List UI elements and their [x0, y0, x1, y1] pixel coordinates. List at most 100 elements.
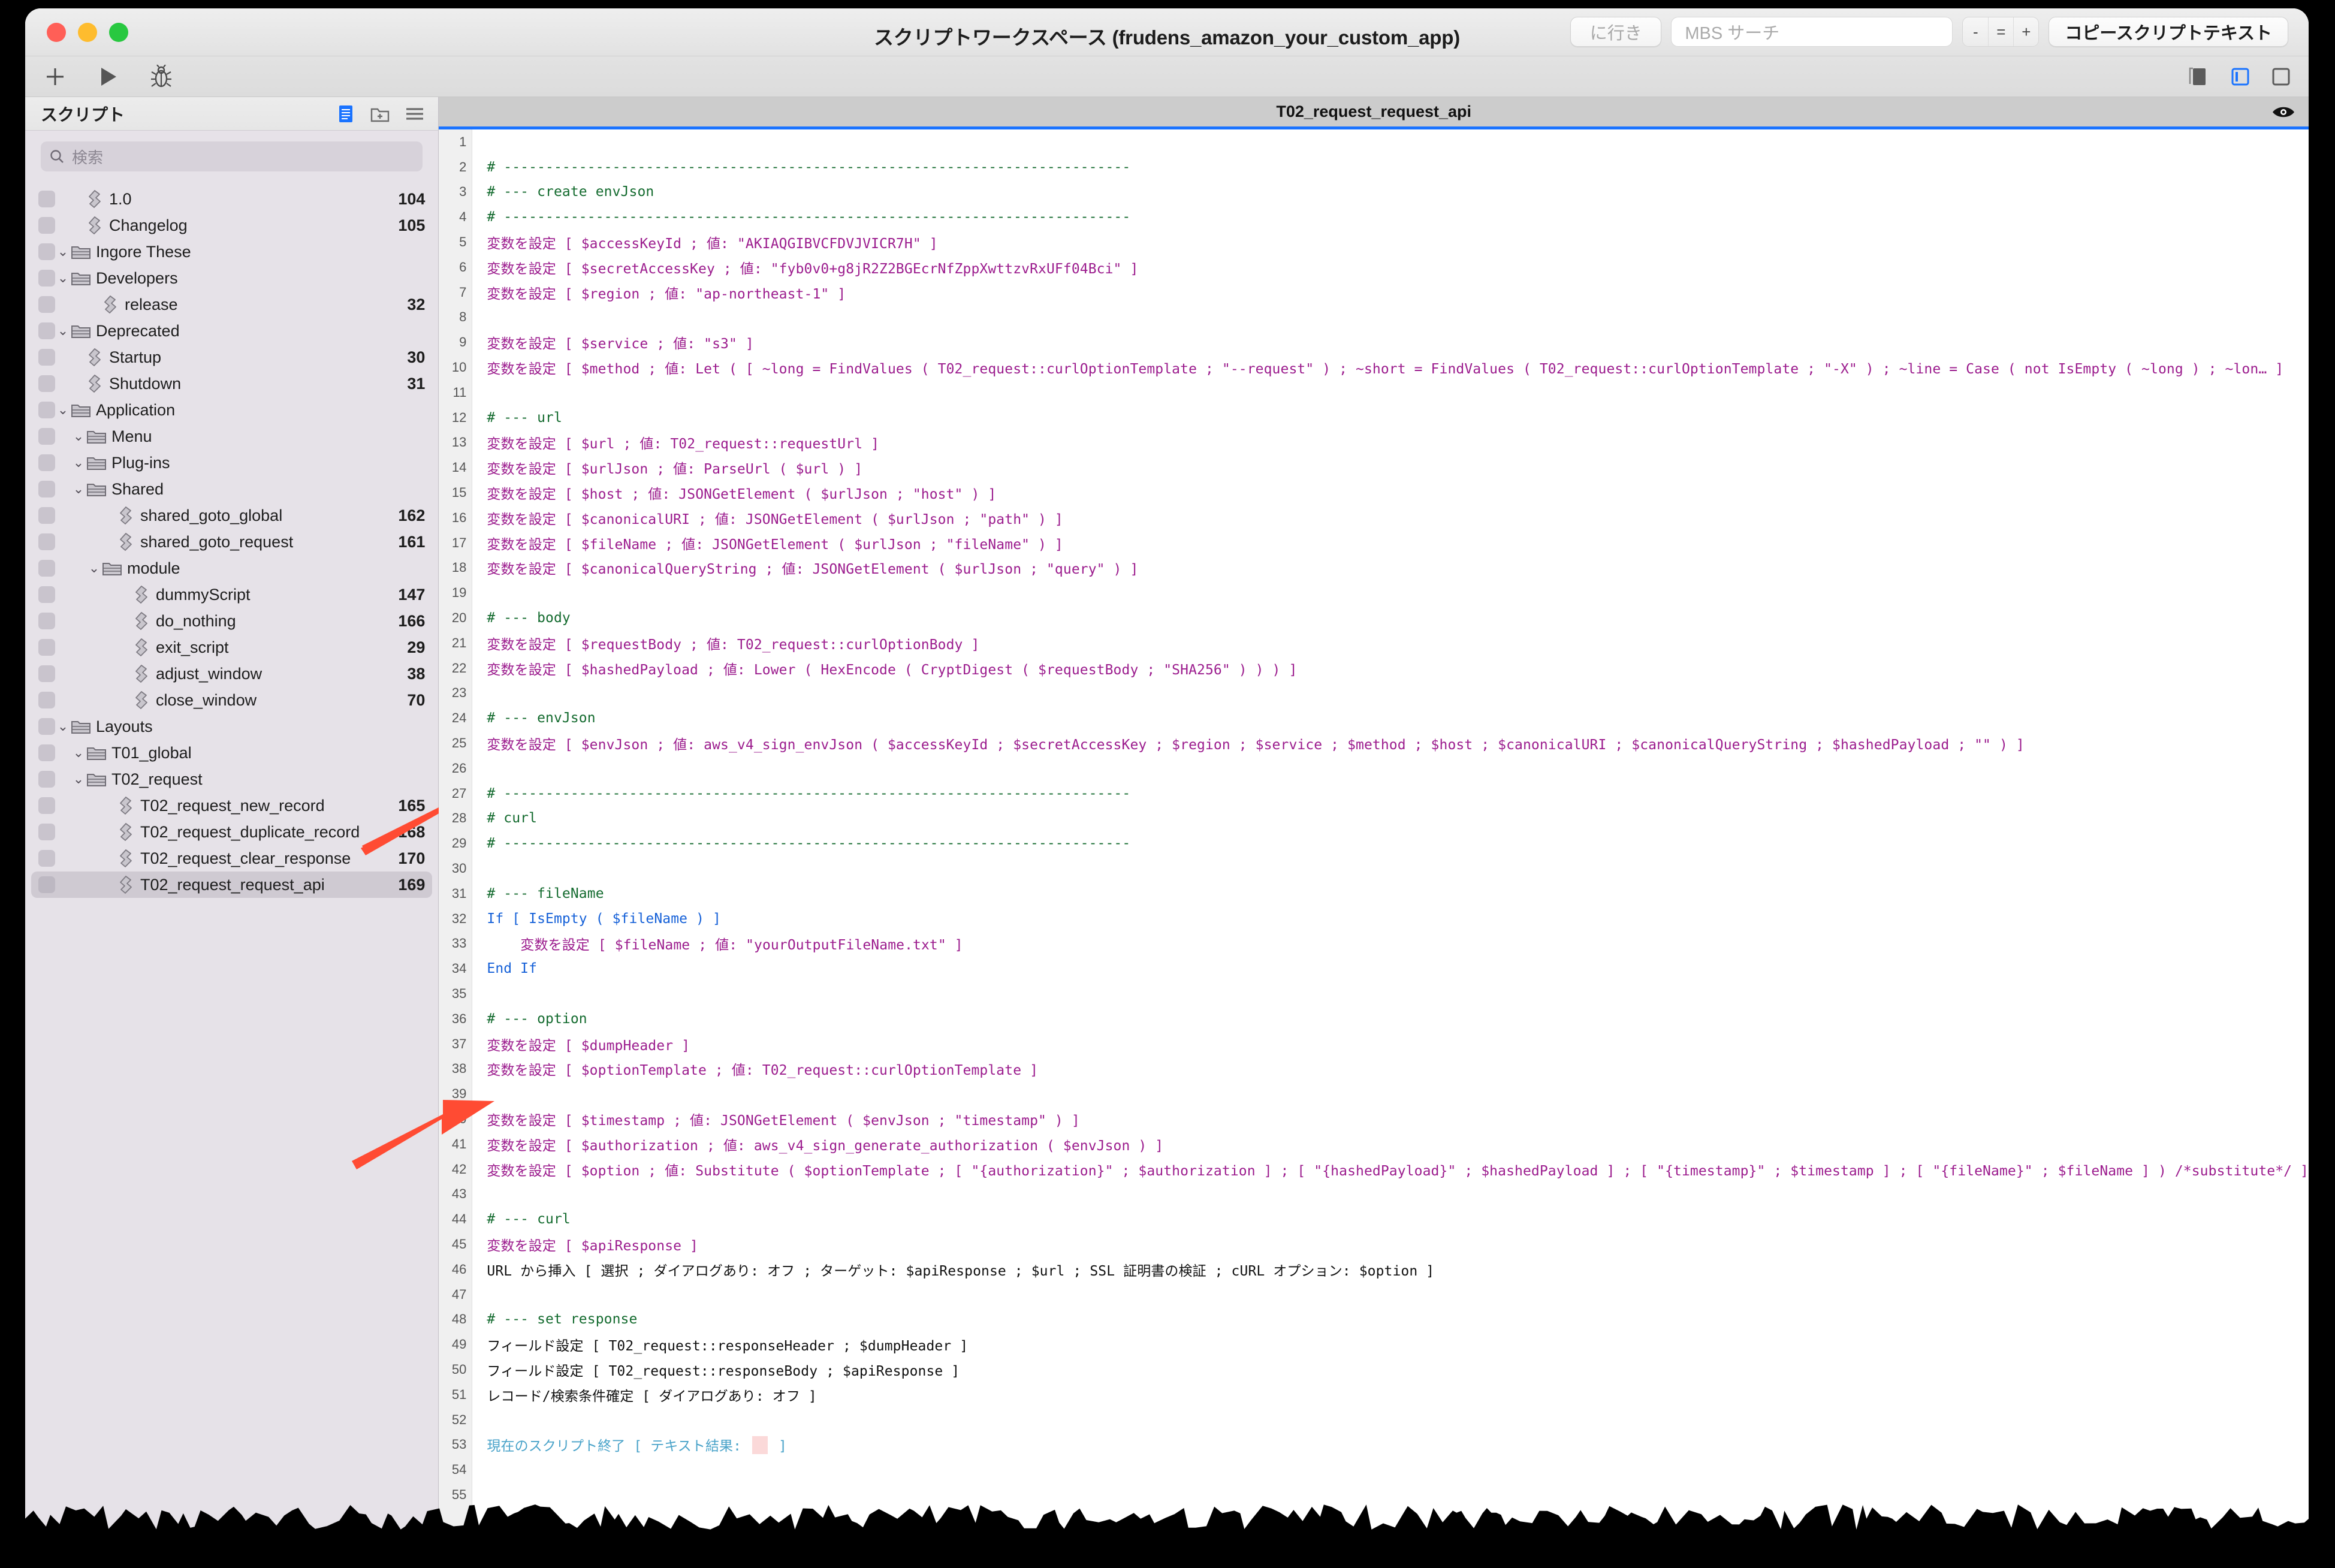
code-line[interactable]: 55: [439, 1482, 2309, 1507]
script-tree-row[interactable]: ⌄ Plug-ins: [25, 450, 438, 476]
zoom-in-button[interactable]: +: [2013, 17, 2039, 46]
chevron-down-icon[interactable]: ⌄: [55, 719, 71, 734]
code-line[interactable]: 13 変数を設定 [ $url ; 値: T02_request::request…: [439, 430, 2309, 456]
script-tree-row[interactable]: ⌄adjust_window38: [25, 661, 438, 687]
script-enable-checkbox[interactable]: [38, 428, 55, 445]
chevron-down-icon[interactable]: ⌄: [55, 402, 71, 418]
script-enable-checkbox[interactable]: [38, 665, 55, 682]
script-tree-row[interactable]: ⌄close_window70: [25, 687, 438, 713]
script-tree-row[interactable]: ⌄exit_script29: [25, 634, 438, 661]
code-line[interactable]: 53 現在のスクリプト終了 [ テキスト結果: ]: [439, 1432, 2309, 1457]
script-tree-row[interactable]: ⌄Changelog105: [25, 212, 438, 239]
script-enable-checkbox[interactable]: [38, 322, 55, 339]
code-line[interactable]: 2 # -------------------------------------…: [439, 155, 2309, 180]
eye-icon[interactable]: [2271, 104, 2295, 120]
code-line[interactable]: 12 # --- url: [439, 405, 2309, 430]
code-line[interactable]: 14 変数を設定 [ $urlJson ; 値: ParseUrl ( $url …: [439, 455, 2309, 480]
zoom-segmented-control[interactable]: - = +: [1962, 17, 2040, 47]
copy-panel-icon[interactable]: [2188, 65, 2212, 89]
code-line[interactable]: 52: [439, 1407, 2309, 1433]
plus-icon[interactable]: [43, 65, 67, 89]
goto-button[interactable]: に行き: [1570, 17, 1662, 47]
copy-script-text-button[interactable]: コピースクリプトテキスト: [2049, 17, 2288, 47]
script-tree-row[interactable]: ⌄ module: [25, 555, 438, 581]
script-tree-row[interactable]: ⌄Startup30: [25, 344, 438, 370]
code-line[interactable]: 39: [439, 1081, 2309, 1106]
script-tree[interactable]: ⌄ 1.0 104 ⌄ Changelog 105 ⌄ Ingore These ⌄ Develo…: [25, 177, 438, 1555]
script-tree-row[interactable]: ⌄ Application: [25, 397, 438, 423]
script-enable-checkbox[interactable]: [38, 824, 55, 840]
code-line[interactable]: 31 # --- fileName: [439, 881, 2309, 906]
script-tree-row[interactable]: ⌄ T01_global: [25, 740, 438, 766]
script-enable-checkbox[interactable]: [38, 797, 55, 814]
script-enable-checkbox[interactable]: [38, 744, 55, 761]
chevron-down-icon[interactable]: ⌄: [71, 771, 86, 787]
code-line[interactable]: 35: [439, 981, 2309, 1006]
code-line[interactable]: 1: [439, 129, 2309, 155]
chevron-down-icon[interactable]: ⌄: [55, 244, 71, 260]
script-tree-row[interactable]: ⌄T02_request_duplicate_record168: [25, 819, 438, 845]
code-line[interactable]: 48 # --- set response: [439, 1307, 2309, 1332]
chevron-down-icon[interactable]: ⌄: [86, 560, 102, 576]
script-enable-checkbox[interactable]: [38, 613, 55, 629]
script-enable-checkbox[interactable]: [38, 402, 55, 418]
script-enable-checkbox[interactable]: [38, 191, 55, 207]
script-tree-row[interactable]: ⌄T02_request_new_record165: [25, 792, 438, 819]
new-folder-icon[interactable]: [370, 104, 390, 123]
code-line[interactable]: 43: [439, 1181, 2309, 1207]
code-line[interactable]: 25 変数を設定 [ $envJson ; 値: aws_v4_sign_envJ…: [439, 731, 2309, 756]
code-line[interactable]: 28 # curl: [439, 806, 2309, 831]
code-line[interactable]: 10 変数を設定 [ $method ; 値: Let ( [ ~long = F…: [439, 355, 2309, 380]
script-tree-row-selected[interactable]: ⌄T02_request_request_api169: [31, 872, 433, 898]
code-line[interactable]: 27 # ------------------------------------…: [439, 781, 2309, 806]
script-enable-checkbox[interactable]: [38, 481, 55, 497]
code-line[interactable]: 49 フィールド設定 [ T02_request::responseHeader …: [439, 1332, 2309, 1357]
code-line[interactable]: 8: [439, 305, 2309, 330]
code-line[interactable]: 22 変数を設定 [ $hashedPayload ; 値: Lower ( He…: [439, 656, 2309, 681]
script-tree-row[interactable]: ⌄ Deprecated: [25, 318, 438, 344]
script-enable-checkbox[interactable]: [38, 270, 55, 287]
code-line[interactable]: 46 URL から挿入 [ 選択 ; ダイアログあり: オフ ; ターゲット: $…: [439, 1257, 2309, 1282]
code-line[interactable]: 5 変数を設定 [ $accessKeyId ; 値: "AKIAQGIBVCFD…: [439, 230, 2309, 255]
code-line[interactable]: 16 変数を設定 [ $canonicalURI ; 値: JSONGetElem…: [439, 505, 2309, 530]
code-line[interactable]: 3 # --- create envJson: [439, 180, 2309, 205]
code-line[interactable]: 36 # --- option: [439, 1006, 2309, 1032]
script-tree-row[interactable]: ⌄release32: [25, 291, 438, 318]
script-enable-checkbox[interactable]: [38, 296, 55, 313]
code-line[interactable]: 32 If [ IsEmpty ( $fileName ) ]: [439, 906, 2309, 931]
script-enable-checkbox[interactable]: [38, 533, 55, 550]
tab-script-name[interactable]: T02_request_request_api: [439, 102, 2309, 121]
script-tree-row[interactable]: ⌄do_nothing166: [25, 608, 438, 634]
mbs-search-input[interactable]: MBS サーチ: [1671, 17, 1953, 47]
script-enable-checkbox[interactable]: [38, 217, 55, 234]
script-tree-row[interactable]: ⌄ Developers: [25, 265, 438, 291]
empty-result-field[interactable]: [752, 1436, 768, 1455]
search-input[interactable]: 検索: [41, 141, 423, 171]
code-line[interactable]: 50 フィールド設定 [ T02_request::responseBody ; …: [439, 1357, 2309, 1382]
code-line[interactable]: 11: [439, 380, 2309, 405]
script-tree-row[interactable]: ⌄Shutdown31: [25, 370, 438, 397]
script-enable-checkbox[interactable]: [38, 692, 55, 708]
script-tree-row[interactable]: ⌄ Layouts: [25, 713, 438, 740]
script-tree-row[interactable]: ⌄ Shared: [25, 476, 438, 502]
code-line[interactable]: 17 変数を設定 [ $fileName ; 値: JSONGetElement …: [439, 530, 2309, 556]
right-panel-icon[interactable]: [2269, 65, 2293, 89]
code-line[interactable]: 19: [439, 580, 2309, 605]
code-line[interactable]: 37 変数を設定 [ $dumpHeader ]: [439, 1032, 2309, 1057]
script-tree-row[interactable]: ⌄ T02_request: [25, 766, 438, 792]
code-line[interactable]: 42 変数を設定 [ $option ; 値: Substitute ( $opt…: [439, 1157, 2309, 1182]
zoom-reset-button[interactable]: =: [1988, 17, 2014, 46]
code-line[interactable]: 33 変数を設定 [ $fileName ; 値: "yourOutputFile…: [439, 931, 2309, 957]
code-line[interactable]: 51 レコード/検索条件確定 [ ダイアログあり: オフ ]: [439, 1382, 2309, 1407]
code-line[interactable]: 26: [439, 756, 2309, 781]
code-line[interactable]: 40 変数を設定 [ $timestamp ; 値: JSONGetElement…: [439, 1106, 2309, 1132]
code-line[interactable]: 7 変数を設定 [ $region ; 値: "ap-northeast-1" ]: [439, 280, 2309, 305]
code-line[interactable]: 54: [439, 1457, 2309, 1482]
script-enable-checkbox[interactable]: [38, 718, 55, 735]
code-line[interactable]: 20 # --- body: [439, 605, 2309, 631]
code-line[interactable]: 38 変数を設定 [ $optionTemplate ; 値: T02_reque…: [439, 1056, 2309, 1081]
script-tree-row[interactable]: ⌄shared_goto_global162: [25, 502, 438, 529]
code-line[interactable]: 18 変数を設定 [ $canonicalQueryString ; 値: JSO…: [439, 556, 2309, 581]
chevron-down-icon[interactable]: ⌄: [55, 270, 71, 286]
code-line[interactable]: 45 変数を設定 [ $apiResponse ]: [439, 1232, 2309, 1257]
